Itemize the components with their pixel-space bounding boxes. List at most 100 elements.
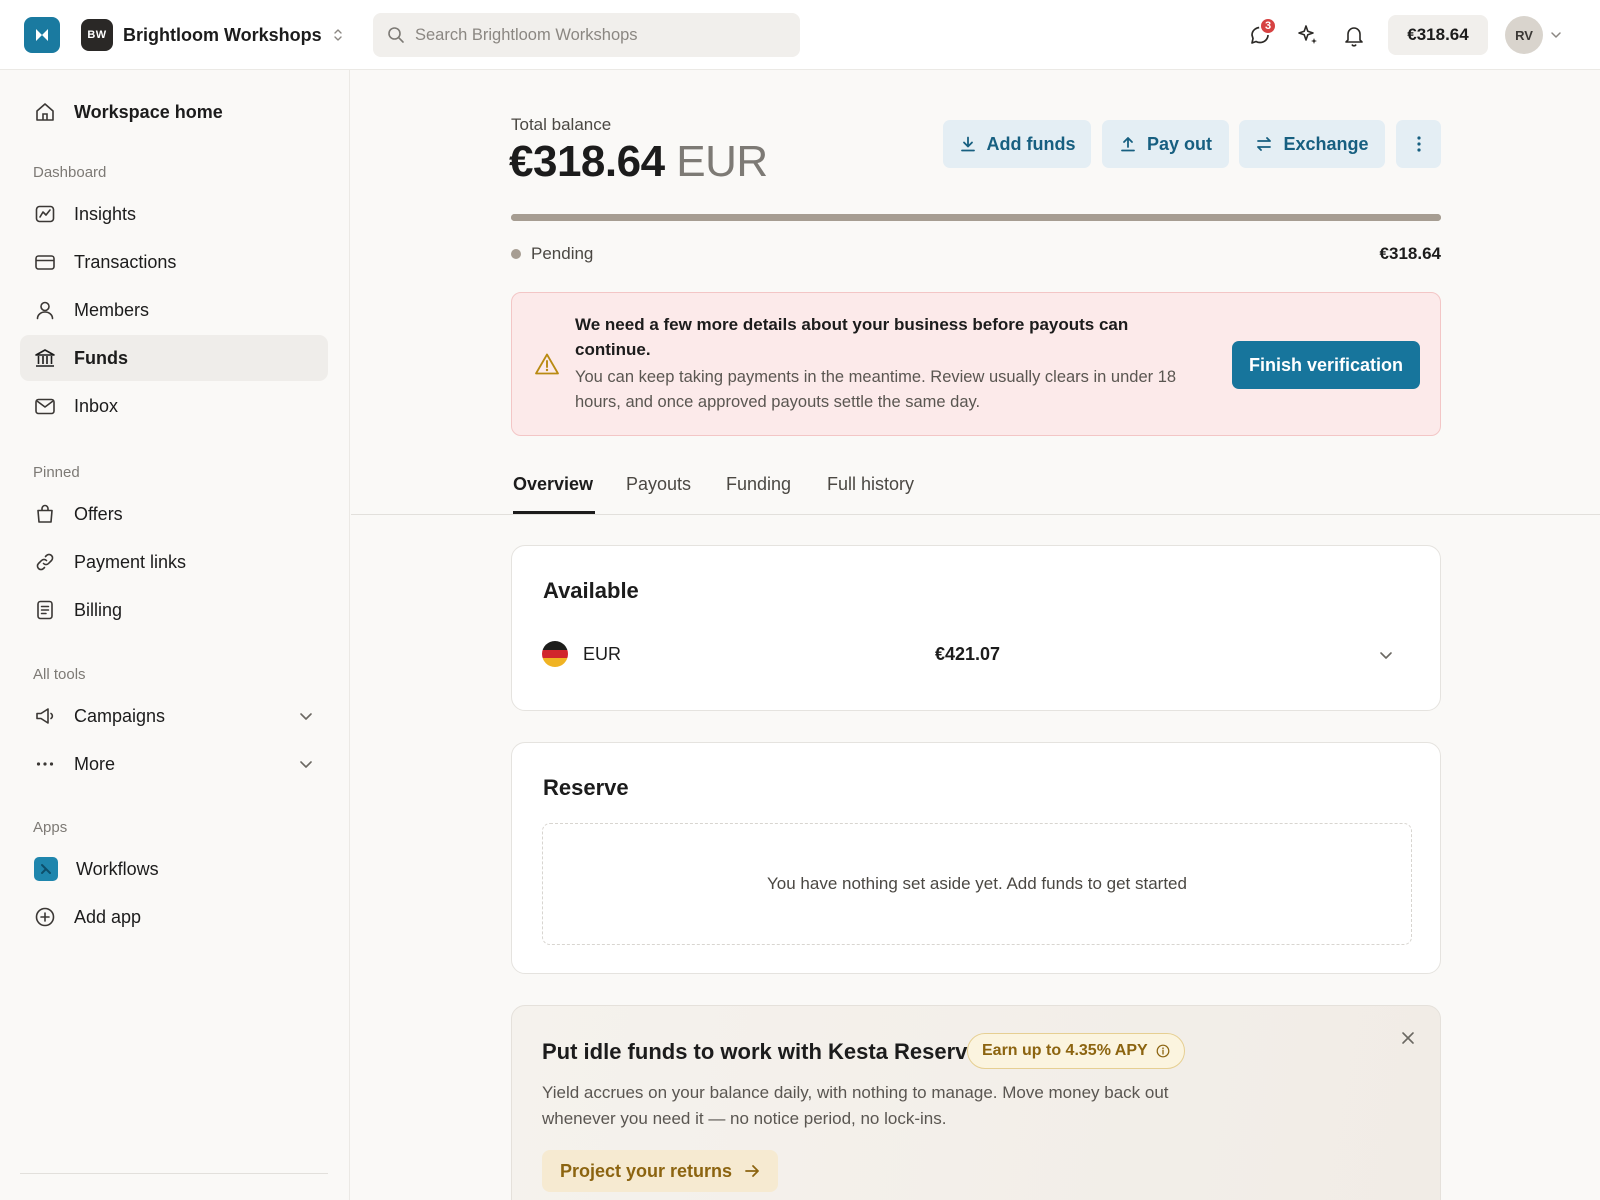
card-icon: [34, 251, 56, 273]
section-title-pinned: Pinned: [33, 464, 80, 481]
sidebar-item-label: Offers: [74, 503, 123, 524]
user-icon: [34, 299, 56, 321]
pending-amount: €318.64: [1379, 244, 1441, 263]
workspace-avatar: BW: [81, 19, 113, 51]
sidebar-item-insights[interactable]: Insights: [20, 191, 328, 237]
workflows-app-icon: [34, 857, 58, 881]
sidebar-item-label: Payment links: [74, 551, 187, 572]
promo-title: Put idle funds to work with Kesta Reserv…: [542, 1039, 980, 1064]
sidebar-item-label: Campaigns: [74, 705, 166, 726]
sidebar-item-members[interactable]: Members: [20, 287, 328, 333]
chart-icon: [34, 203, 56, 225]
total-balance-label: Total balance: [511, 115, 612, 134]
sidebar-item-label: Insights: [74, 203, 137, 224]
plus-circle-icon: [34, 906, 56, 928]
tabs-divider: [351, 514, 1600, 515]
currency-row-eur[interactable]: EUR €421.07: [542, 639, 1402, 669]
tab-full-history[interactable]: Full history: [827, 466, 914, 514]
project-returns-button[interactable]: Project your returns: [542, 1150, 779, 1192]
workspace-name: Brightloom Workshops: [123, 24, 322, 45]
balance-pill[interactable]: €318.64: [1388, 15, 1488, 55]
sidebar-item-label: Members: [74, 299, 150, 320]
sidebar-item-more[interactable]: More: [20, 741, 328, 787]
pay-out-button[interactable]: Pay out: [1102, 120, 1229, 168]
tab-overview[interactable]: Overview: [513, 466, 595, 514]
sidebar: Workspace home Dashboard Insights Transa…: [0, 70, 350, 1200]
sidebar-item-payment-links[interactable]: Payment links: [20, 539, 328, 585]
pending-dot: [511, 249, 521, 259]
arrow-right-icon: [744, 1163, 760, 1179]
sidebar-item-label: Add app: [74, 906, 142, 927]
sidebar-item-label: More: [74, 753, 116, 774]
workspace-switcher[interactable]: BW Brightloom Workshops: [81, 17, 344, 53]
germany-flag-icon: [542, 641, 568, 667]
warning-icon: [534, 352, 560, 376]
pending-legend: Pending: [511, 244, 593, 264]
balance-currency: EUR: [676, 137, 768, 186]
finish-verification-button[interactable]: Finish verification: [1232, 341, 1420, 389]
promo-body: Yield accrues on your balance daily, wit…: [542, 1083, 1169, 1128]
tab-payouts[interactable]: Payouts: [626, 466, 691, 514]
sidebar-item-offers[interactable]: Offers: [20, 491, 328, 537]
sidebar-item-transactions[interactable]: Transactions: [20, 239, 328, 285]
flag-stripe: [542, 658, 568, 667]
bank-icon: [34, 347, 56, 369]
exchange-button[interactable]: Exchange: [1239, 120, 1385, 168]
balance-value: €318.64: [509, 137, 665, 186]
balance-progress-bar: [511, 214, 1441, 221]
search-input[interactable]: [415, 25, 785, 45]
ai-assistant-button[interactable]: [1292, 19, 1324, 51]
apy-badge-label: Earn up to 4.35% APY: [982, 1042, 1148, 1059]
pending-row: Pending €318.64: [511, 242, 1441, 266]
alert-body: You can keep taking payments in the mean…: [575, 368, 1177, 411]
section-title-dashboard: Dashboard: [33, 164, 107, 181]
main-content: Total balance €318.64 EUR Add funds Pay …: [351, 70, 1600, 1200]
sidebar-item-workflows[interactable]: Workflows: [20, 846, 328, 892]
reserve-empty-state: You have nothing set aside yet. Add fund…: [542, 823, 1412, 945]
tab-funding[interactable]: Funding: [726, 466, 791, 514]
sidebar-divider: [20, 1173, 328, 1174]
search-icon: [387, 26, 405, 44]
apy-badge: Earn up to 4.35% APY: [967, 1033, 1185, 1069]
sidebar-item-label: Funds: [74, 347, 128, 368]
flag-stripe: [542, 641, 568, 650]
megaphone-icon: [34, 705, 56, 727]
pay-out-label: Pay out: [1146, 133, 1212, 154]
close-icon[interactable]: [1400, 1030, 1416, 1046]
alert-title: We need a few more details about your bu…: [575, 315, 1129, 359]
bag-icon: [34, 503, 56, 525]
top-bar: BW Brightloom Workshops 3 €318.64 RV: [0, 0, 1600, 70]
app-logo-icon[interactable]: [24, 17, 60, 53]
link-icon: [34, 551, 56, 573]
sidebar-item-campaigns[interactable]: Campaigns: [20, 693, 328, 739]
exchange-label: Exchange: [1283, 133, 1369, 154]
sidebar-item-label: Transactions: [74, 251, 177, 272]
sidebar-item-billing[interactable]: Billing: [20, 587, 328, 633]
sidebar-item-label: Workspace home: [74, 101, 223, 122]
chevron-down-icon: [1549, 28, 1563, 42]
sidebar-item-funds[interactable]: Funds: [20, 335, 328, 381]
download-icon: [959, 135, 977, 153]
currency-amount: €421.07: [935, 643, 1001, 664]
search-bar[interactable]: [373, 13, 800, 57]
reserve-title: Reserve: [543, 775, 629, 800]
currency-code: EUR: [583, 643, 622, 664]
pending-label: Pending: [531, 244, 594, 263]
mail-icon: [34, 395, 56, 417]
info-icon[interactable]: [1156, 1044, 1170, 1058]
sidebar-item-inbox[interactable]: Inbox: [20, 383, 328, 429]
section-title-all-tools: All tools: [33, 666, 86, 683]
project-returns-label: Project your returns: [560, 1160, 733, 1181]
notifications-button[interactable]: [1338, 19, 1370, 51]
user-menu[interactable]: RV: [1505, 15, 1563, 55]
more-icon: [34, 753, 56, 775]
more-actions-button[interactable]: [1396, 120, 1441, 168]
vertical-dots-icon: [1416, 135, 1422, 153]
add-funds-button[interactable]: Add funds: [943, 120, 1091, 168]
reserve-card: Reserve You have nothing set aside yet. …: [511, 742, 1441, 974]
avatar: RV: [1505, 16, 1543, 54]
sidebar-item-add-app[interactable]: Add app: [20, 894, 328, 940]
chevron-down-icon: [1378, 647, 1394, 663]
sidebar-item-workspace-home[interactable]: Workspace home: [20, 89, 328, 135]
section-title-apps: Apps: [33, 819, 68, 836]
